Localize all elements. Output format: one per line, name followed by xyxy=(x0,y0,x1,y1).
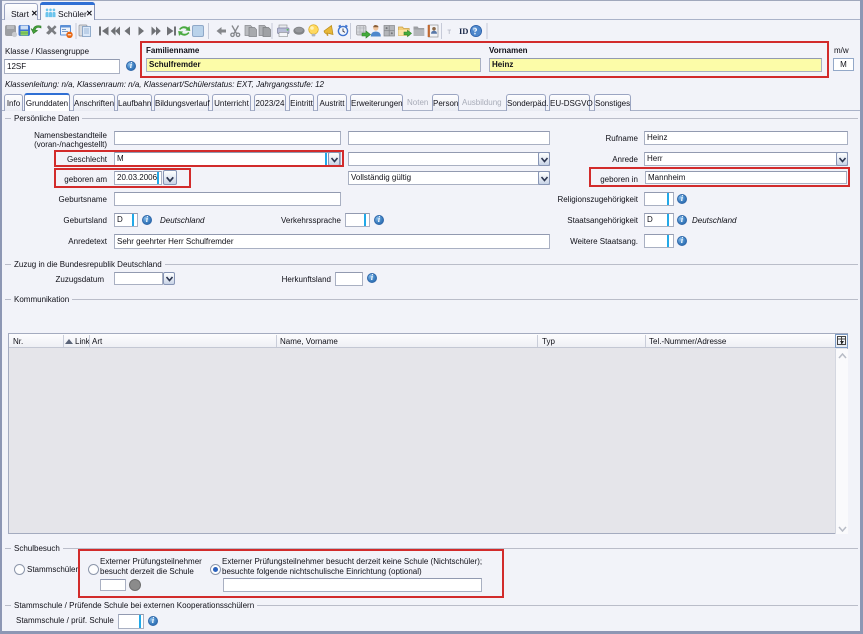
svg-text:ID: ID xyxy=(459,26,468,36)
svg-text:?: ? xyxy=(473,27,478,37)
